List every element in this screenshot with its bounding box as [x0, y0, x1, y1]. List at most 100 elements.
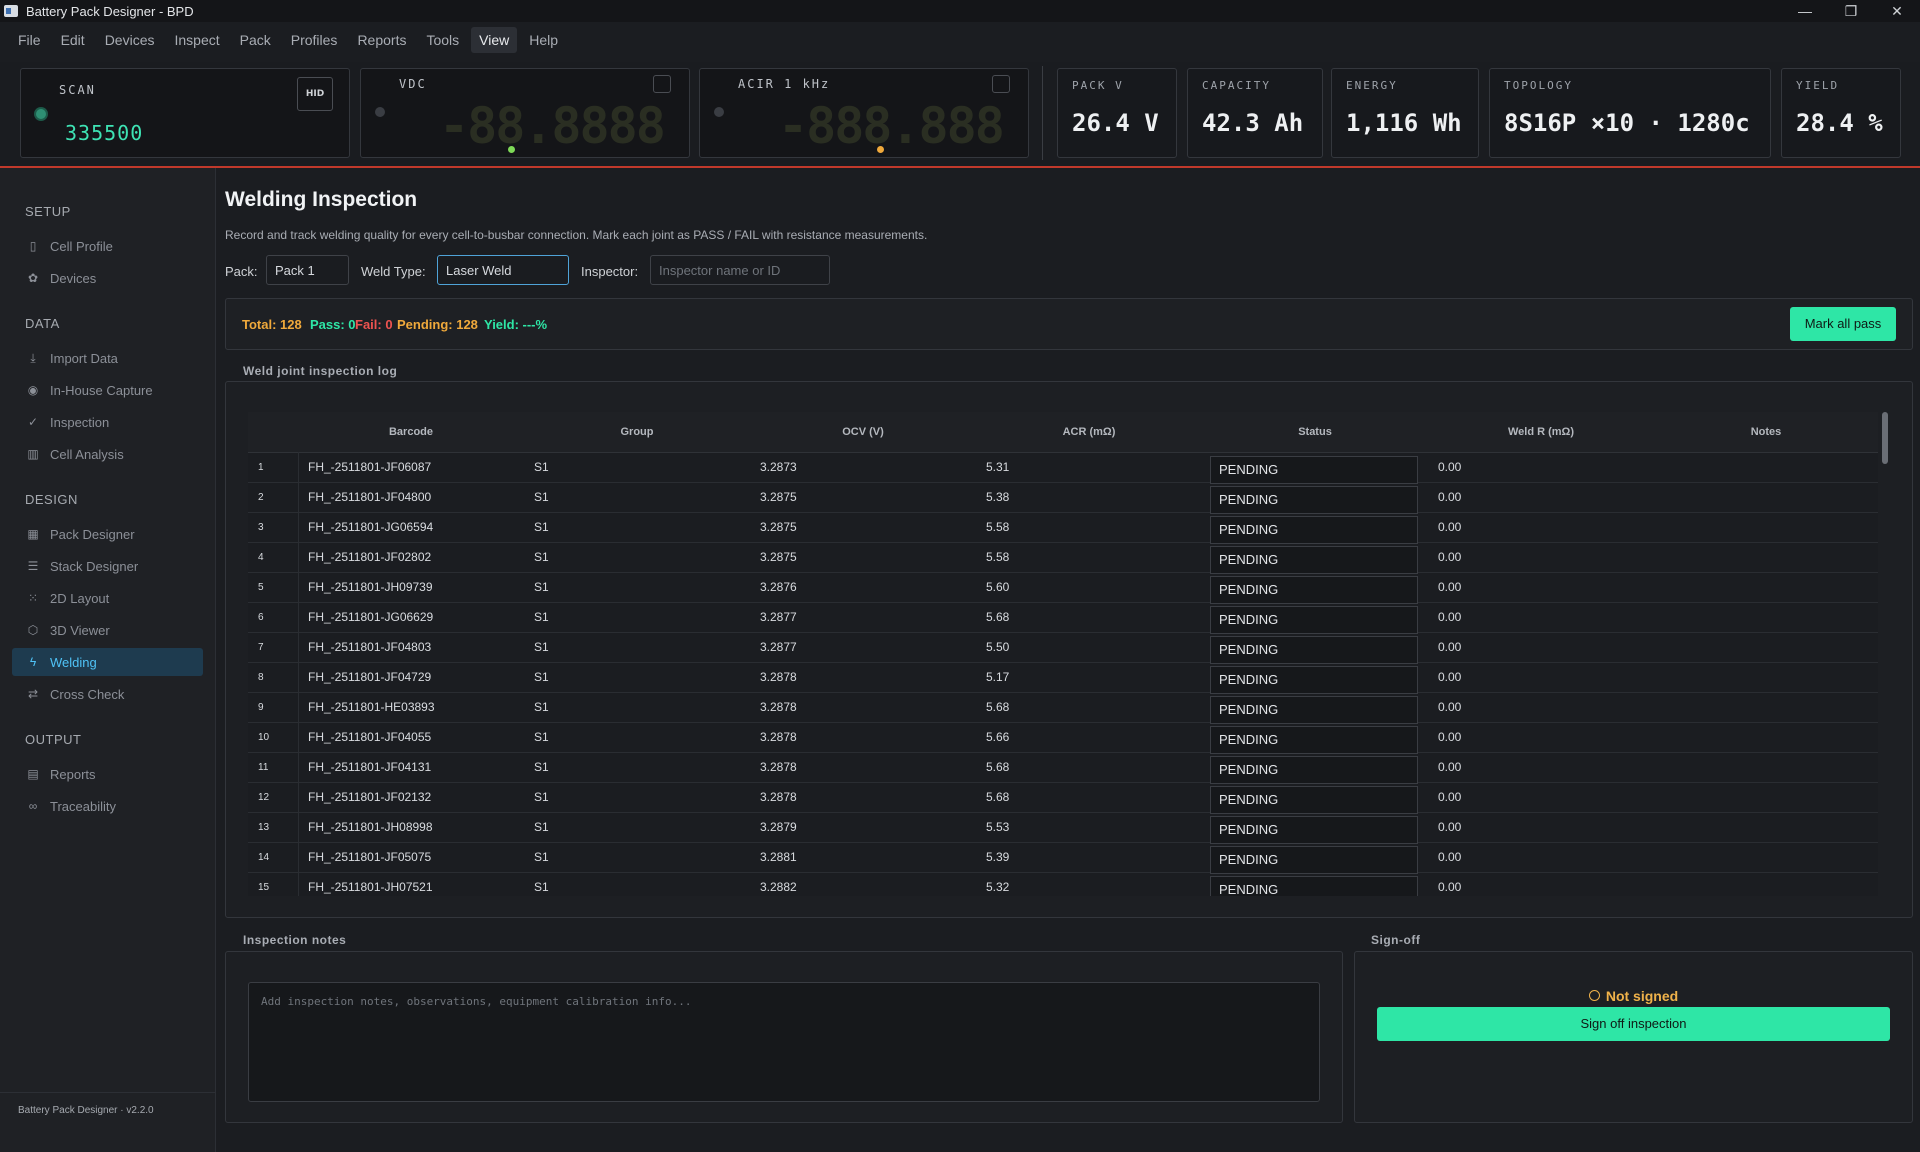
- table-row[interactable]: 4 FH_-2511801-JF02802 S1 3.2875 5.58 0.00 PEND…: [248, 542, 1878, 574]
- inspection-table: Barcode Group OCV (V) ACR (mΩ) Status We…: [248, 412, 1878, 896]
- menu-file[interactable]: File: [10, 27, 49, 53]
- row-number-cell: 14: [248, 842, 299, 872]
- col-weld-r[interactable]: Weld R (mΩ): [1428, 426, 1654, 438]
- sidebar-item-label: Welding: [50, 654, 97, 670]
- weld-r-cell: 0.00: [1438, 850, 1462, 864]
- sidebar-item-inspection[interactable]: ✓ Inspection: [12, 408, 203, 436]
- sidebar-item-2d-layout[interactable]: ⁙ 2D Layout: [12, 584, 203, 612]
- sidebar-item-cell-profile[interactable]: ▯ Cell Profile: [12, 232, 203, 260]
- row-number-cell: 12: [248, 782, 299, 812]
- inspector-input[interactable]: [650, 255, 830, 285]
- table-row[interactable]: 2 FH_-2511801-JF04800 S1 3.2875 5.38 0.00 PEND…: [248, 482, 1878, 514]
- table-row[interactable]: 15 FH_-2511801-JH07521 S1 3.2882 5.32 0.00 PEN…: [248, 872, 1878, 896]
- status-select[interactable]: PENDING: [1210, 486, 1418, 514]
- sidebar-item-import-data[interactable]: ⤓ Import Data: [12, 344, 203, 372]
- ocv-cell: 3.2882: [760, 880, 797, 894]
- vdc-hold-toggle[interactable]: [653, 75, 671, 93]
- status-select[interactable]: PENDING: [1210, 456, 1418, 484]
- status-select[interactable]: PENDING: [1210, 666, 1418, 694]
- row-number: 15: [258, 882, 270, 893]
- row-number: 1: [258, 462, 264, 473]
- menu-reports[interactable]: Reports: [349, 27, 414, 53]
- status-select[interactable]: PENDING: [1210, 786, 1418, 814]
- close-icon[interactable]: ✕: [1874, 0, 1920, 22]
- vdc-display: -88.8888: [439, 97, 666, 155]
- page-description: Record and track welding quality for eve…: [225, 228, 928, 242]
- sidebar-item-cell-analysis[interactable]: ▥ Cell Analysis: [12, 440, 203, 468]
- table-scrollbar[interactable]: [1880, 412, 1890, 896]
- table-row[interactable]: 5 FH_-2511801-JH09739 S1 3.2876 5.60 0.00 PEND…: [248, 572, 1878, 604]
- ocv-cell: 3.2878: [760, 670, 797, 684]
- menu-devices[interactable]: Devices: [97, 27, 163, 53]
- sign-off-button[interactable]: Sign off inspection: [1377, 1007, 1890, 1041]
- status-select[interactable]: PENDING: [1210, 696, 1418, 724]
- status-select[interactable]: PENDING: [1210, 756, 1418, 784]
- sidebar-item-devices[interactable]: ✿ Devices: [12, 264, 203, 292]
- sidebar-item-traceability[interactable]: ∞ Traceability: [12, 792, 203, 820]
- status-select[interactable]: PENDING: [1210, 576, 1418, 604]
- table-row[interactable]: 6 FH_-2511801-JG06629 S1 3.2877 5.68 0.00 PEND…: [248, 602, 1878, 634]
- sidebar-item-cross-check[interactable]: ⇄ Cross Check: [12, 680, 203, 708]
- status-select[interactable]: PENDING: [1210, 876, 1418, 896]
- minimize-icon[interactable]: —: [1782, 0, 1828, 22]
- table-row[interactable]: 10 FH_-2511801-JF04055 S1 3.2878 5.66 0.00 PEN…: [248, 722, 1878, 754]
- group-cell: S1: [534, 520, 549, 534]
- sidebar-item-stack-designer[interactable]: ☰ Stack Designer: [12, 552, 203, 580]
- status-select[interactable]: PENDING: [1210, 636, 1418, 664]
- table-row[interactable]: 12 FH_-2511801-JF02132 S1 3.2878 5.68 0.00 PEN…: [248, 782, 1878, 814]
- sidebar-item-reports[interactable]: ▤ Reports: [12, 760, 203, 788]
- status-select[interactable]: PENDING: [1210, 726, 1418, 754]
- table-row[interactable]: 3 FH_-2511801-JG06594 S1 3.2875 5.58 0.00 PEND…: [248, 512, 1878, 544]
- status-select[interactable]: PENDING: [1210, 546, 1418, 574]
- table-row[interactable]: 1 FH_-2511801-JF06087 S1 3.2873 5.31 0.00 PEND…: [248, 452, 1878, 484]
- col-notes[interactable]: Notes: [1654, 426, 1878, 438]
- col-group[interactable]: Group: [524, 426, 750, 438]
- table-row[interactable]: 11 FH_-2511801-JF04131 S1 3.2878 5.68 0.00 PEN…: [248, 752, 1878, 784]
- main-content: Welding Inspection Record and track weld…: [216, 168, 1920, 1140]
- sidebar-item-in-house-capture[interactable]: ◉ In-House Capture: [12, 376, 203, 404]
- status-select[interactable]: PENDING: [1210, 606, 1418, 634]
- sidebar-item-3d-viewer[interactable]: ⬡ 3D Viewer: [12, 616, 203, 644]
- weld-r-cell: 0.00: [1438, 490, 1462, 504]
- status-select[interactable]: PENDING: [1210, 516, 1418, 544]
- sidebar-item-label: Stack Designer: [50, 558, 139, 574]
- weld-r-cell: 0.00: [1438, 730, 1462, 744]
- weld-r-cell: 0.00: [1438, 700, 1462, 714]
- pack-input[interactable]: [266, 255, 349, 285]
- col-status[interactable]: Status: [1202, 426, 1428, 438]
- table-row[interactable]: 8 FH_-2511801-JF04729 S1 3.2878 5.17 0.00 PEND…: [248, 662, 1878, 694]
- menu-profiles[interactable]: Profiles: [283, 27, 346, 53]
- ocv-cell: 3.2875: [760, 550, 797, 564]
- mark-all-pass-button[interactable]: Mark all pass: [1790, 307, 1896, 341]
- table-row[interactable]: 14 FH_-2511801-JF05075 S1 3.2881 5.39 0.00 PEN…: [248, 842, 1878, 874]
- sidebar-item-pack-designer[interactable]: ▦ Pack Designer: [12, 520, 203, 548]
- col-barcode[interactable]: Barcode: [298, 426, 524, 438]
- row-number-cell: 11: [248, 752, 299, 782]
- scrollbar-thumb[interactable]: [1882, 412, 1888, 464]
- hid-button[interactable]: HID: [297, 77, 333, 111]
- table-row[interactable]: 9 FH_-2511801-HE03893 S1 3.2878 5.68 0.00 PEND…: [248, 692, 1878, 724]
- menu-edit[interactable]: Edit: [53, 27, 93, 53]
- notes-textarea[interactable]: [248, 982, 1320, 1102]
- stat-label: ENERGY: [1346, 79, 1398, 92]
- weld-r-cell: 0.00: [1438, 670, 1462, 684]
- table-row[interactable]: 7 FH_-2511801-JF04803 S1 3.2877 5.50 0.00 PEND…: [248, 632, 1878, 664]
- menu-help[interactable]: Help: [521, 27, 566, 53]
- weld-r-cell: 0.00: [1438, 550, 1462, 564]
- col-ocv[interactable]: OCV (V): [750, 426, 976, 438]
- acir-hold-toggle[interactable]: [992, 75, 1010, 93]
- weld-r-cell: 0.00: [1438, 610, 1462, 624]
- table-row[interactable]: 13 FH_-2511801-JH08998 S1 3.2879 5.53 0.00 PEN…: [248, 812, 1878, 844]
- menu-pack[interactable]: Pack: [232, 27, 279, 53]
- menu-inspect[interactable]: Inspect: [166, 27, 227, 53]
- menu-tools[interactable]: Tools: [418, 27, 467, 53]
- maximize-icon[interactable]: ❐: [1828, 0, 1874, 22]
- menu-view[interactable]: View: [471, 27, 518, 53]
- sidebar-item-welding[interactable]: ϟ Welding: [12, 648, 203, 676]
- weld-type-input[interactable]: [437, 255, 569, 285]
- status-select[interactable]: PENDING: [1210, 846, 1418, 874]
- total-count: Total: 128: [242, 317, 302, 332]
- col-acr[interactable]: ACR (mΩ): [976, 426, 1202, 438]
- status-select[interactable]: PENDING: [1210, 816, 1418, 844]
- stat-value: 8S16P ×10 · 1280c: [1504, 109, 1750, 137]
